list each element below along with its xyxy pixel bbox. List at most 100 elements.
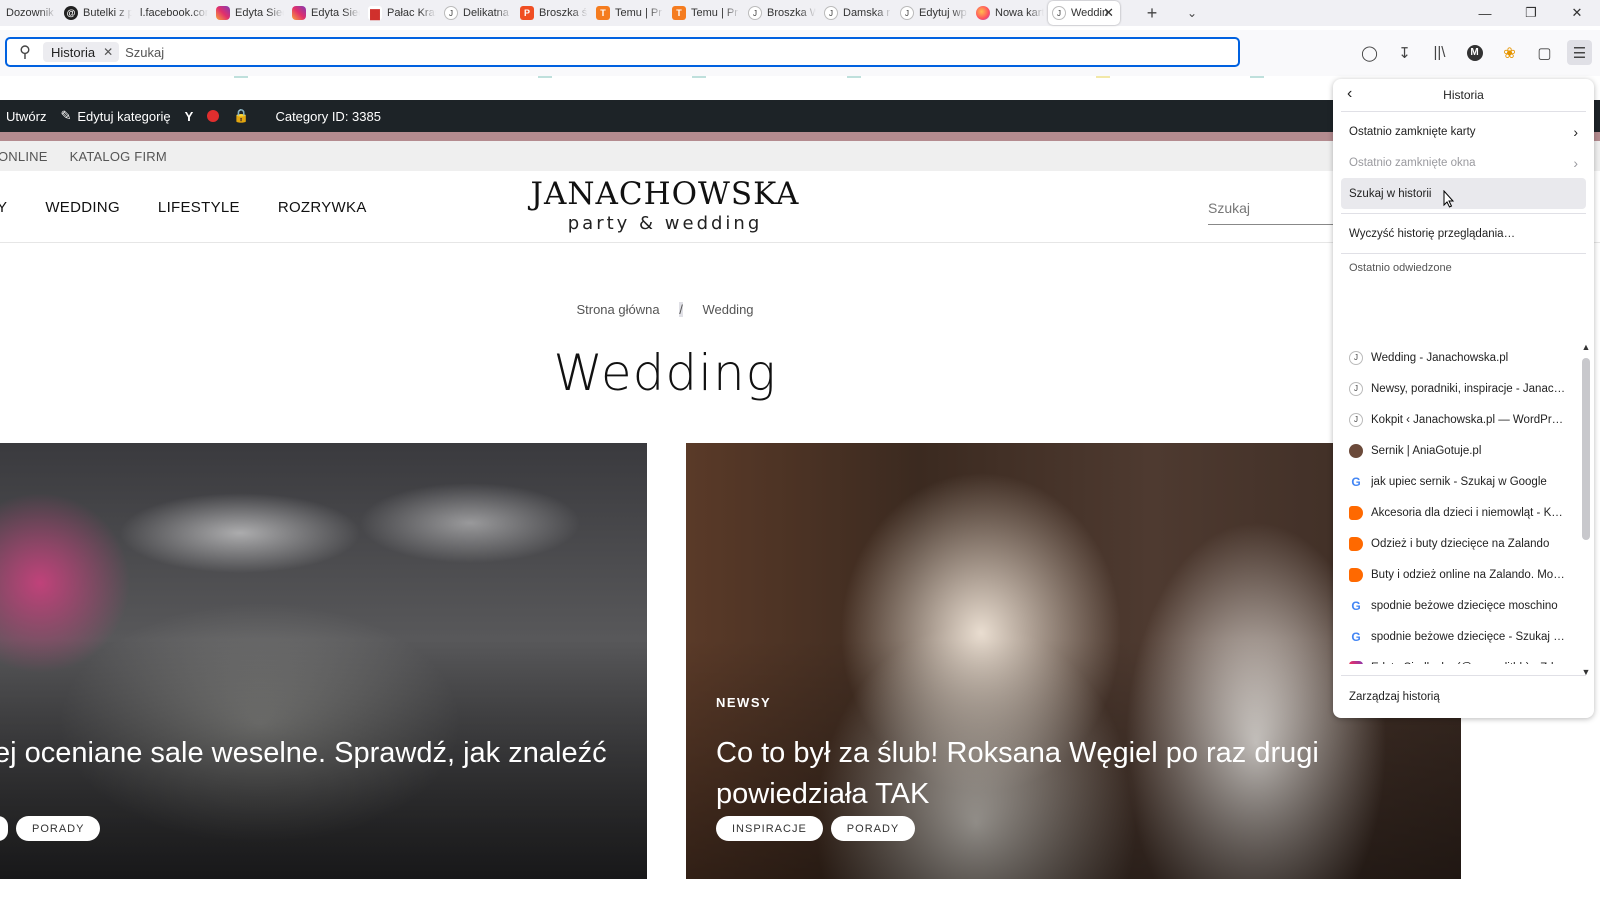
janachowska-icon: J [1349,350,1363,365]
zalando-icon [1349,567,1363,582]
new-tab-plus-icon[interactable]: + [1138,1,1166,25]
browser-tab[interactable]: Edyta Sied [212,1,284,25]
article-tags: INSPIRACJE PORADY [716,816,916,841]
browser-tab[interactable]: Nowa kart [972,1,1044,25]
url-input[interactable] [125,44,1026,60]
admin-edit-category-label: Edytuj kategorię [77,108,171,124]
download-icon[interactable]: ↧ [1392,40,1417,65]
main-nav-link[interactable]: Y [0,199,7,216]
history-item[interactable]: J Kokpit ‹ Janachowska.pl — WordPress [1341,404,1580,435]
instagram-icon [216,6,230,20]
browser-tab[interactable]: J Weddin ✕ [1048,1,1120,25]
close-icon[interactable]: ✕ [103,45,113,59]
browser-tab[interactable]: T Temu | Pr [668,1,740,25]
browser-tab[interactable]: @ Butelki z p [60,1,132,25]
panel-title: Historia [1443,88,1484,102]
hamburger-menu-icon[interactable]: ☰ [1567,40,1592,65]
browser-tab[interactable]: J Damska r [820,1,892,25]
search-icon: ⚲ [19,44,31,61]
browser-tab[interactable]: T Temu | Pr [592,1,664,25]
chevron-down-icon[interactable]: ⌄ [1178,1,1206,25]
browser-tab[interactable]: l.facebook.com [136,1,208,25]
top-nav-link[interactable]: ONLINE [0,149,48,164]
admin-create-label: Utwórz [6,108,47,124]
menu-item-label: Wyczyść historię przeglądania… [1349,227,1516,240]
history-scrollbar[interactable]: ▲ ▼ [1580,342,1592,677]
account-icon[interactable]: M [1462,40,1487,65]
tag-pill[interactable]: PORADY [830,816,916,841]
threads-icon: @ [64,6,78,20]
main-nav-link[interactable]: WEDDING [45,199,120,216]
history-item-label: Sernik | AniaGotuje.pl [1371,444,1482,457]
menu-separator [1341,253,1586,254]
article-title[interactable]: Co to był za ślub! Roksana Węgiel po raz… [716,733,1356,815]
browser-tab[interactable]: ▆ Pałac Kras [364,1,436,25]
janachowska-icon: J [1052,6,1066,20]
breadcrumb-current: Wedding [702,302,754,317]
history-item[interactable]: Sernik | AniaGotuje.pl [1341,435,1580,466]
close-tab-icon[interactable]: ✕ [1103,5,1114,21]
site-logo[interactable]: JANACHOWSKA party & wedding [500,175,830,235]
article-card[interactable]: ej oceniane sale weselne. Sprawdź, jak z… [0,443,647,879]
close-window-icon[interactable]: ✕ [1554,0,1600,26]
breadcrumb-home[interactable]: Strona główna [576,302,659,317]
extension-colorful-icon[interactable]: ❀ [1497,40,1522,65]
main-nav-link[interactable]: ROZRYWKA [278,199,367,216]
breadcrumb: Strona główna / Wedding [0,302,1330,317]
history-item[interactable]: Buty i odzież online na Zalando. Modne u… [1341,559,1580,590]
library-icon[interactable]: ||\ [1427,40,1452,65]
clear-history-item[interactable]: Wyczyść historię przeglądania… [1341,218,1586,249]
browser-tab[interactable]: J Edytuj wp [896,1,968,25]
history-item[interactable]: Odzież i buty dziecięce na Zalando [1341,528,1580,559]
browser-tab[interactable]: Edyta Sied [288,1,360,25]
top-nav-link[interactable]: KATALOG FIRM [70,149,167,164]
yoast-icon[interactable]: Y [185,109,194,124]
url-bar[interactable]: ⚲ Historia ✕ [5,37,1240,67]
recently-closed-tabs-item[interactable]: Ostatnio zamknięte karty › [1341,116,1586,147]
zalando-icon [1349,536,1363,551]
history-item[interactable]: Akcesoria dla dzieci i niemowląt - Kolek… [1341,497,1580,528]
history-item-label: Akcesoria dla dzieci i niemowląt - Kolek… [1371,506,1567,519]
browser-tab[interactable]: J Broszka W [744,1,816,25]
menu-item-label: Szukaj w historii [1349,187,1432,200]
panel-header: ‹ Historia [1341,79,1586,112]
extensions-puzzle-icon[interactable]: ▢ [1532,40,1557,65]
article-title[interactable]: ej oceniane sale weselne. Sprawdź, jak z… [0,733,634,774]
browser-tab[interactable]: Dozownik [0,1,56,25]
janachowska-icon: J [444,6,458,20]
history-item[interactable]: Gspodnie beżowe dziecięce - Szukaj w Goo… [1341,621,1580,652]
tab-strip: Dozownik @ Butelki z p l.facebook.com Edyta … [0,0,1600,26]
history-item[interactable]: Gspodnie beżowe dziecięce moschino [1341,590,1580,621]
manage-history-item[interactable]: Zarządzaj historią [1341,675,1586,718]
tag-pill[interactable] [0,816,8,841]
history-item[interactable]: Gjak upiec sernik - Szukaj w Google [1341,466,1580,497]
logo-title: JANACHOWSKA [530,176,800,212]
tag-pill[interactable]: PORADY [16,816,101,841]
lock-icon[interactable]: 🔒 [233,108,249,124]
search-history-item[interactable]: Szukaj w historii [1341,178,1586,209]
history-item-label: spodnie beżowe dziecięce - Szukaj w Goog… [1371,630,1567,643]
tag-pill[interactable]: INSPIRACJE [716,816,823,841]
tab-label: Temu | Pr [615,7,662,19]
pocket-icon[interactable]: ◯ [1357,40,1382,65]
scroll-up-icon[interactable]: ▲ [1580,342,1592,352]
scrollbar-thumb[interactable] [1582,358,1590,540]
history-item[interactable]: J Newsy, poradniki, inspiracje - Janachow… [1341,373,1580,404]
browser-tab[interactable]: P Broszka ś [516,1,588,25]
minimize-icon[interactable]: — [1462,0,1508,26]
history-item-label: jak upiec sernik - Szukaj w Google [1371,475,1547,488]
main-nav-links: Y WEDDING LIFESTYLE ROZRYWKA [0,171,367,243]
toolbar-icons: ◯ ↧ ||\ M ❀ ▢ ☰ [1357,40,1592,65]
google-icon: G [1351,474,1361,489]
history-item[interactable]: Edyta Siedlecka (@mrs.edithh) • Zdjęcia … [1341,652,1580,664]
history-search-mode-chip[interactable]: Historia ✕ [43,42,120,62]
janachowska-icon: J [1349,412,1363,427]
history-item[interactable]: J Wedding - Janachowska.pl [1341,342,1580,373]
admin-create-link[interactable]: Utwórz [6,109,46,124]
admin-edit-category-link[interactable]: ✎ Edytuj kategorię [60,108,170,124]
browser-tab[interactable]: J Delikatna [440,1,512,25]
restore-icon[interactable]: ❐ [1508,0,1554,26]
main-nav-link[interactable]: LIFESTYLE [158,199,240,216]
recently-closed-windows-item[interactable]: Ostatnio zamknięte okna › [1341,147,1586,178]
janachowska-icon: J [748,6,762,20]
